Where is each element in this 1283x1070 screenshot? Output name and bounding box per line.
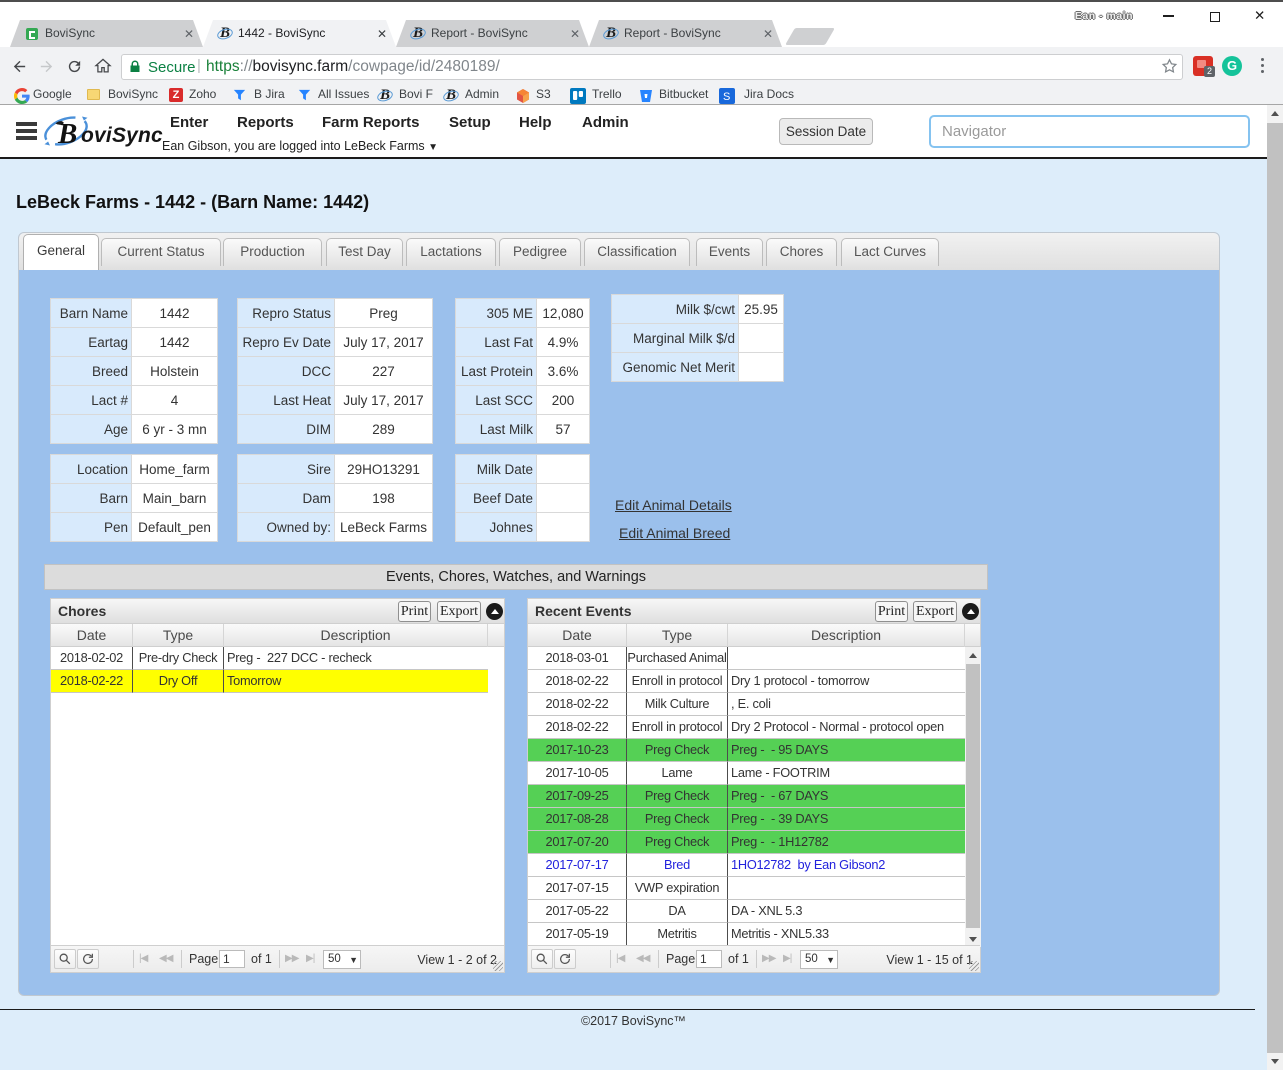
svg-text:B: B <box>57 118 77 150</box>
svg-text:oviSync: oviSync <box>81 124 163 147</box>
svg-text:S: S <box>723 91 730 103</box>
